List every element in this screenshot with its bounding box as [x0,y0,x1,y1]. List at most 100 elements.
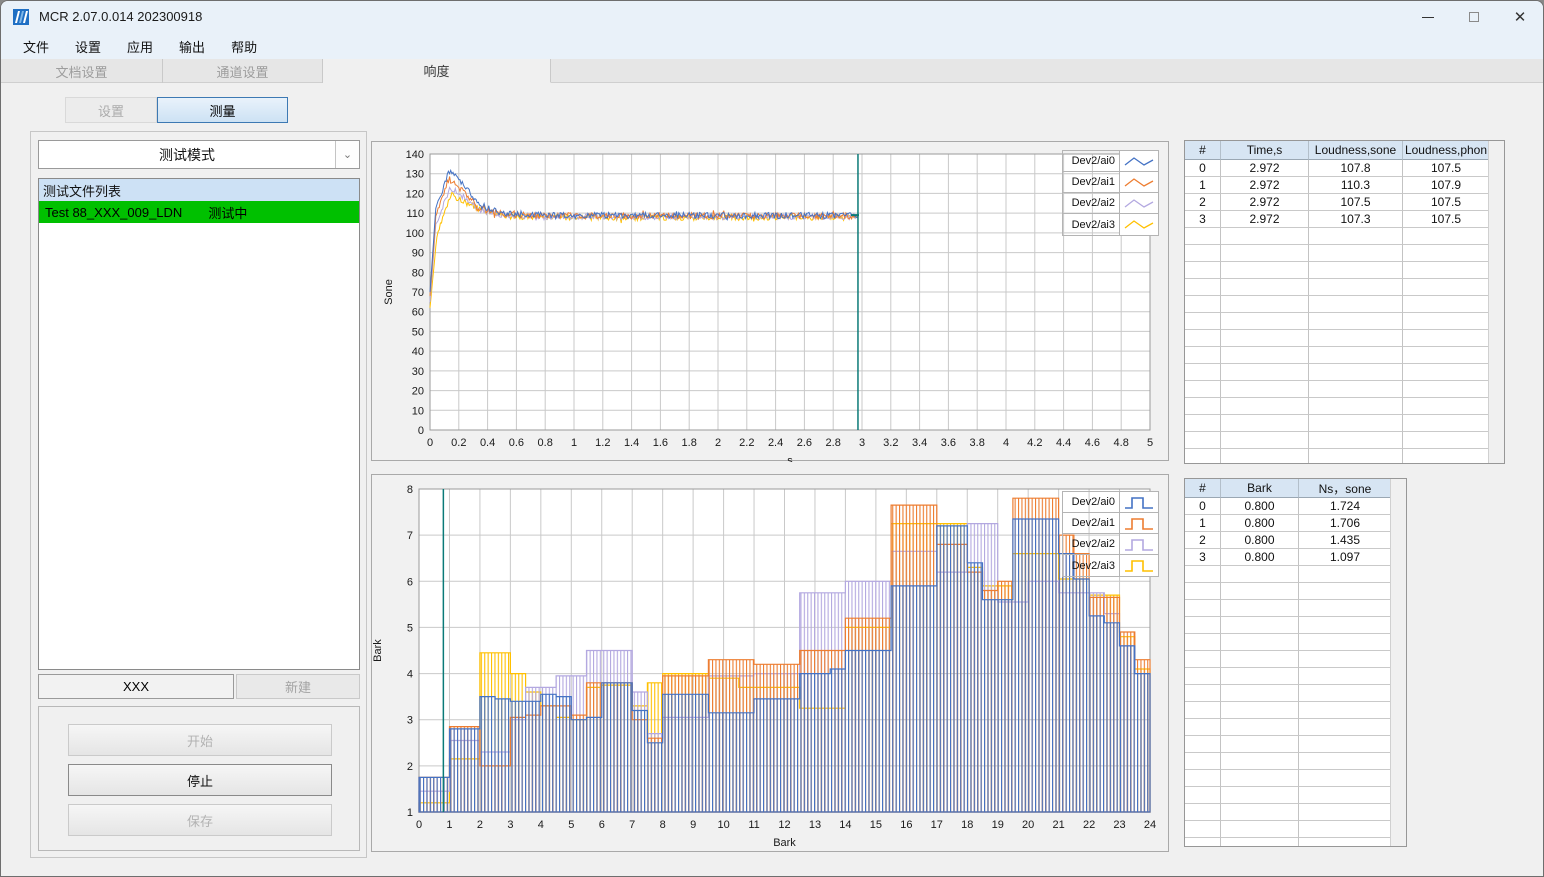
table-cell [1299,787,1392,804]
table-cell [1221,262,1309,279]
legend-row: Dev2/ai0 [1063,492,1158,513]
control-groupbox: 开始 停止 保存 [38,706,360,851]
table-cell [1185,566,1221,583]
table-cell [1309,296,1403,313]
table-row [1185,583,1406,600]
chevron-down-icon[interactable]: ⌄ [335,141,359,168]
table-cell [1309,398,1403,415]
table-cell [1403,449,1490,463]
menu-item-output[interactable]: 输出 [167,34,217,59]
loudness-time-plot: 0 0.2 0.4 0.6 0.8 1 1.2 1.4 1.6 1.8 2 2.2 2.4 2.6 2.8 3… [383,149,1153,467]
svg-text:4.4: 4.4 [1056,437,1071,449]
maximize-button[interactable] [1451,1,1497,33]
table-cell [1221,702,1299,719]
table-cell [1403,296,1490,313]
menu-item-settings[interactable]: 设置 [63,34,113,59]
table-cell [1309,381,1403,398]
svg-text:4: 4 [538,819,544,831]
table-row [1185,449,1504,463]
svg-text:1.6: 1.6 [653,437,668,449]
svg-text:15: 15 [870,819,882,831]
file-list-header: 测试文件列表 [39,179,359,201]
table-cell: 107.8 [1309,160,1403,177]
table-cell [1403,381,1490,398]
table-cell [1221,381,1309,398]
svg-text:21: 21 [1053,819,1065,831]
table-row [1185,432,1504,449]
table-cell [1309,347,1403,364]
table-row [1185,634,1406,651]
svg-text:14: 14 [839,819,851,831]
table-cell [1185,702,1221,719]
new-button[interactable]: 新建 [236,674,360,699]
svg-text:7: 7 [407,530,413,542]
table-cell [1185,838,1221,846]
table-row [1185,617,1406,634]
file-list-item[interactable]: Test 88_XXX_009_LDN 测试中 [39,201,359,223]
bark-table-grid: # Bark Ns，sone 0 0.800 1.724 1 0.800 1.706 2 0.800… [1185,479,1406,846]
table-cell [1299,600,1392,617]
svg-text:2: 2 [715,437,721,449]
table-cell [1403,347,1490,364]
table-row [1185,719,1406,736]
table-cell [1221,398,1309,415]
table-row [1185,685,1406,702]
measure-toggle-button[interactable]: 测量 [157,97,288,123]
legend-row: Dev2/ai2 [1063,193,1158,214]
table-cell: 3 [1185,549,1221,566]
tab-document-settings[interactable]: 文档设置 [1,59,163,83]
table-cell [1309,415,1403,432]
tab-loudness[interactable]: 响度 [323,59,551,83]
table-row [1185,347,1504,364]
minimize-button[interactable] [1405,1,1451,33]
table-cell [1221,313,1309,330]
table-cell: 2.972 [1221,177,1309,194]
settings-toggle-button[interactable]: 设置 [65,97,157,123]
table-cell [1221,347,1309,364]
table-cell: 107.3 [1309,211,1403,228]
menu-item-apply[interactable]: 应用 [115,34,165,59]
test-mode-value: 测试模式 [159,146,215,163]
svg-text:130: 130 [406,169,424,181]
table-row: 2 0.800 1.435 [1185,532,1406,549]
table-cell [1299,651,1392,668]
save-button[interactable]: 保存 [68,804,332,836]
table-cell [1309,330,1403,347]
test-mode-dropdown[interactable]: 测试模式 ⌄ [38,140,360,169]
table-cell [1221,753,1299,770]
table-row [1185,600,1406,617]
table-cell [1299,719,1392,736]
table-row [1185,566,1406,583]
line-sample-icon [1120,193,1158,213]
table-cell [1309,262,1403,279]
menu-item-help[interactable]: 帮助 [219,34,269,59]
bark-chart: 0 1 2 3 4 5 6 7 8 9 10 11 12 13 14 15 16 17 18 19 20 21 22 23 24… [371,474,1169,852]
svg-text:4.8: 4.8 [1114,437,1129,449]
table-cell [1221,838,1299,846]
svg-text:80: 80 [412,267,424,279]
stop-button[interactable]: 停止 [68,764,332,796]
tab-channel-settings[interactable]: 通道设置 [163,59,323,83]
table-row [1185,651,1406,668]
start-button[interactable]: 开始 [68,724,332,756]
table-cell [1221,432,1309,449]
svg-text:18: 18 [961,819,973,831]
svg-text:19: 19 [992,819,1004,831]
svg-text:6: 6 [407,576,413,588]
table-cell [1221,566,1299,583]
menu-item-file[interactable]: 文件 [11,34,61,59]
svg-text:3.6: 3.6 [941,437,956,449]
svg-text:1: 1 [446,819,452,831]
svg-text:5: 5 [568,819,574,831]
svg-text:2.4: 2.4 [768,437,783,449]
legend-row: Dev2/ai1 [1063,513,1158,534]
table-header-row: # Time,s Loudness,sone Loudness,phon [1185,141,1504,160]
bar-sample-icon [1120,492,1158,512]
svg-text:20: 20 [1022,819,1034,831]
legend-row: Dev2/ai3 [1063,214,1158,235]
loudness-time-chart: 0 0.2 0.4 0.6 0.8 1 1.2 1.4 1.6 1.8 2 2.2 2.4 2.6 2.8 3… [371,141,1169,467]
svg-text:6: 6 [599,819,605,831]
table-cell: 0 [1185,160,1221,177]
xxx-button[interactable]: XXX [38,674,234,699]
close-button[interactable]: ✕ [1497,1,1543,33]
